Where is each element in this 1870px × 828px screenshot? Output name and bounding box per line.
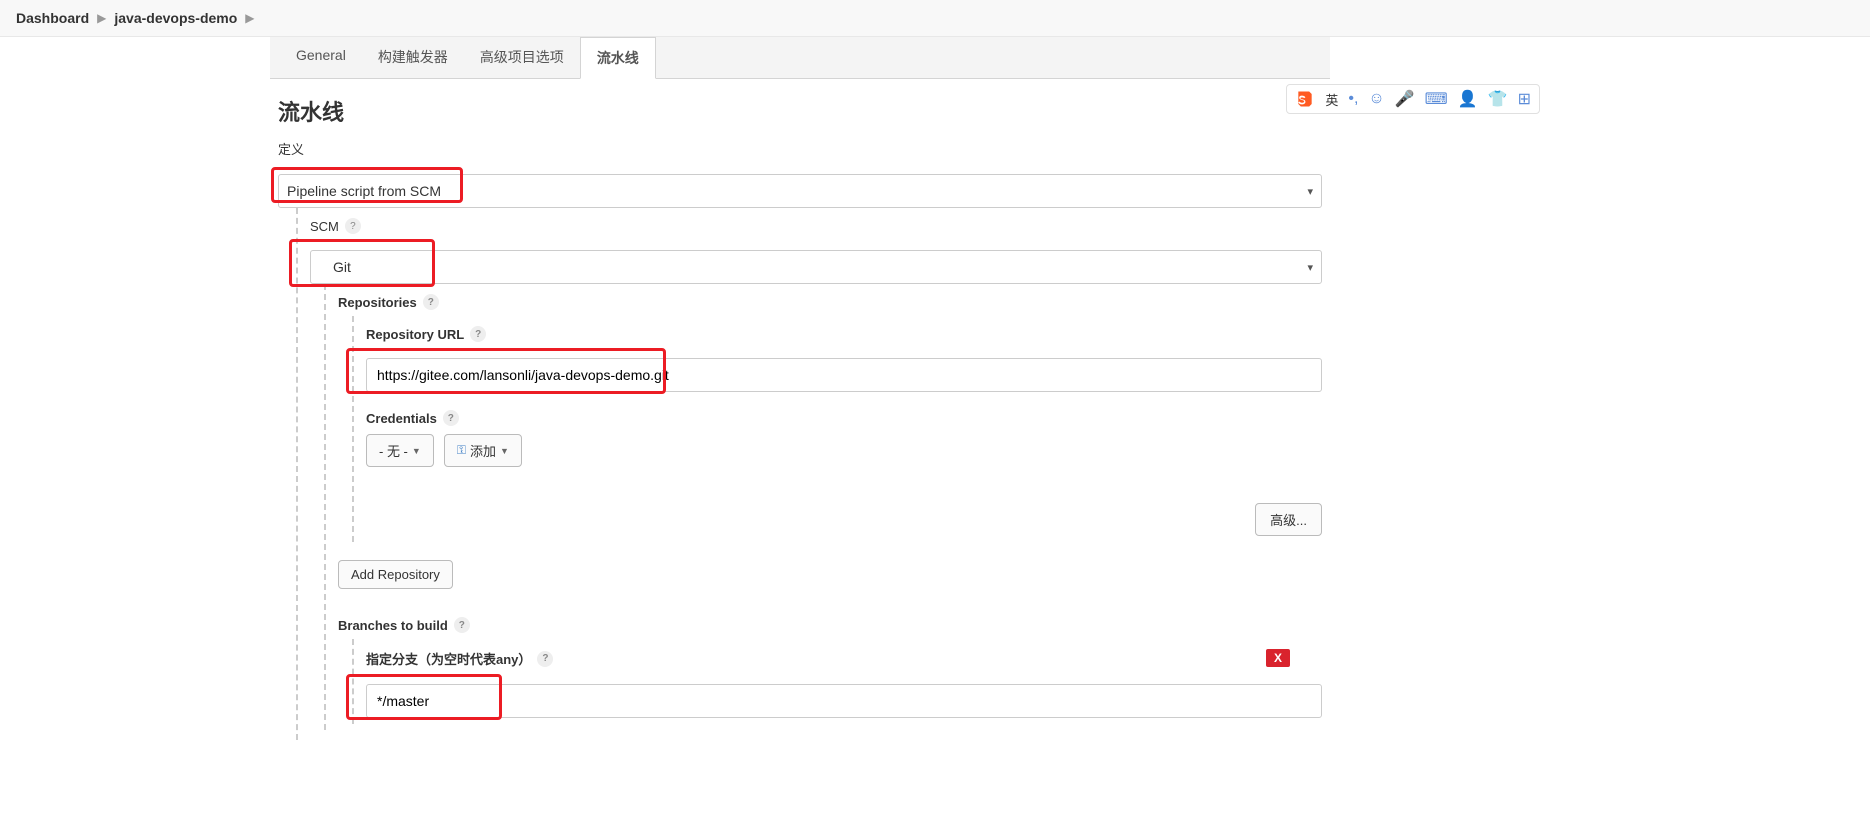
user-icon[interactable]: 👤	[1458, 89, 1478, 109]
credentials-label: Credentials ?	[366, 410, 1322, 426]
breadcrumb-project[interactable]: java-devops-demo	[114, 10, 237, 26]
tab-pipeline[interactable]: 流水线	[580, 37, 656, 79]
tab-advanced-options[interactable]: 高级项目选项	[464, 37, 580, 78]
delete-branch-button[interactable]: X	[1266, 649, 1290, 667]
page-title: 流水线	[278, 95, 1322, 127]
credentials-select[interactable]: - 无 - ▼	[366, 434, 434, 467]
help-icon[interactable]: ?	[423, 294, 439, 310]
repositories-label: Repositories ?	[338, 294, 1322, 310]
emoji-icon[interactable]: ☺	[1368, 90, 1384, 108]
advanced-button[interactable]: 高级...	[1255, 503, 1322, 536]
add-credentials-button[interactable]: ⚿ 添加 ▼	[444, 434, 522, 467]
definition-label: 定义	[278, 139, 1322, 158]
help-icon[interactable]: ?	[470, 326, 486, 342]
definition-value: Pipeline script from SCM	[287, 183, 441, 199]
chevron-down-icon: ▼	[500, 446, 509, 456]
key-icon: ⚿	[457, 443, 466, 458]
scm-select[interactable]: Git ▾	[310, 250, 1322, 284]
help-icon[interactable]: ?	[345, 218, 361, 234]
main-content: General 构建触发器 高级项目选项 流水线 流水线 定义 Pipeline…	[270, 37, 1330, 756]
ime-language[interactable]: 英	[1325, 90, 1338, 109]
branches-to-build-label: Branches to build ?	[338, 617, 1322, 633]
help-icon[interactable]: ?	[454, 617, 470, 633]
scm-value: Git	[319, 259, 351, 275]
toolbox-icon[interactable]: ⊞	[1518, 89, 1531, 109]
chevron-down-icon: ▾	[1307, 261, 1313, 274]
definition-select[interactable]: Pipeline script from SCM ▾	[278, 174, 1322, 208]
chevron-right-icon: ▶	[97, 11, 106, 25]
tab-general[interactable]: General	[280, 37, 362, 78]
chevron-down-icon: ▼	[412, 446, 421, 456]
config-tabs: General 构建触发器 高级项目选项 流水线	[270, 37, 1330, 79]
keyboard-icon[interactable]: ⌨	[1425, 89, 1448, 109]
branch-specifier-label: 指定分支（为空时代表any） ?	[366, 649, 1322, 668]
ime-punctuation-icon[interactable]: •,	[1348, 90, 1358, 108]
sogou-logo-icon	[1295, 89, 1315, 109]
ime-toolbar: 英 •, ☺ 🎤 ⌨ 👤 👕 ⊞	[1286, 84, 1540, 114]
scm-label: SCM ?	[310, 218, 1322, 234]
skin-icon[interactable]: 👕	[1488, 89, 1508, 109]
repo-url-input[interactable]	[366, 358, 1322, 392]
microphone-icon[interactable]: 🎤	[1395, 89, 1415, 109]
branch-specifier-input[interactable]	[366, 684, 1322, 718]
add-repository-button[interactable]: Add Repository	[338, 560, 453, 589]
breadcrumb: Dashboard ▶ java-devops-demo ▶	[0, 0, 1870, 37]
repo-url-label: Repository URL ?	[366, 326, 1322, 342]
tab-build-triggers[interactable]: 构建触发器	[362, 37, 464, 78]
help-icon[interactable]: ?	[537, 651, 553, 667]
breadcrumb-dashboard[interactable]: Dashboard	[16, 10, 89, 26]
help-icon[interactable]: ?	[443, 410, 459, 426]
chevron-right-icon: ▶	[245, 11, 254, 25]
chevron-down-icon: ▾	[1307, 185, 1313, 198]
